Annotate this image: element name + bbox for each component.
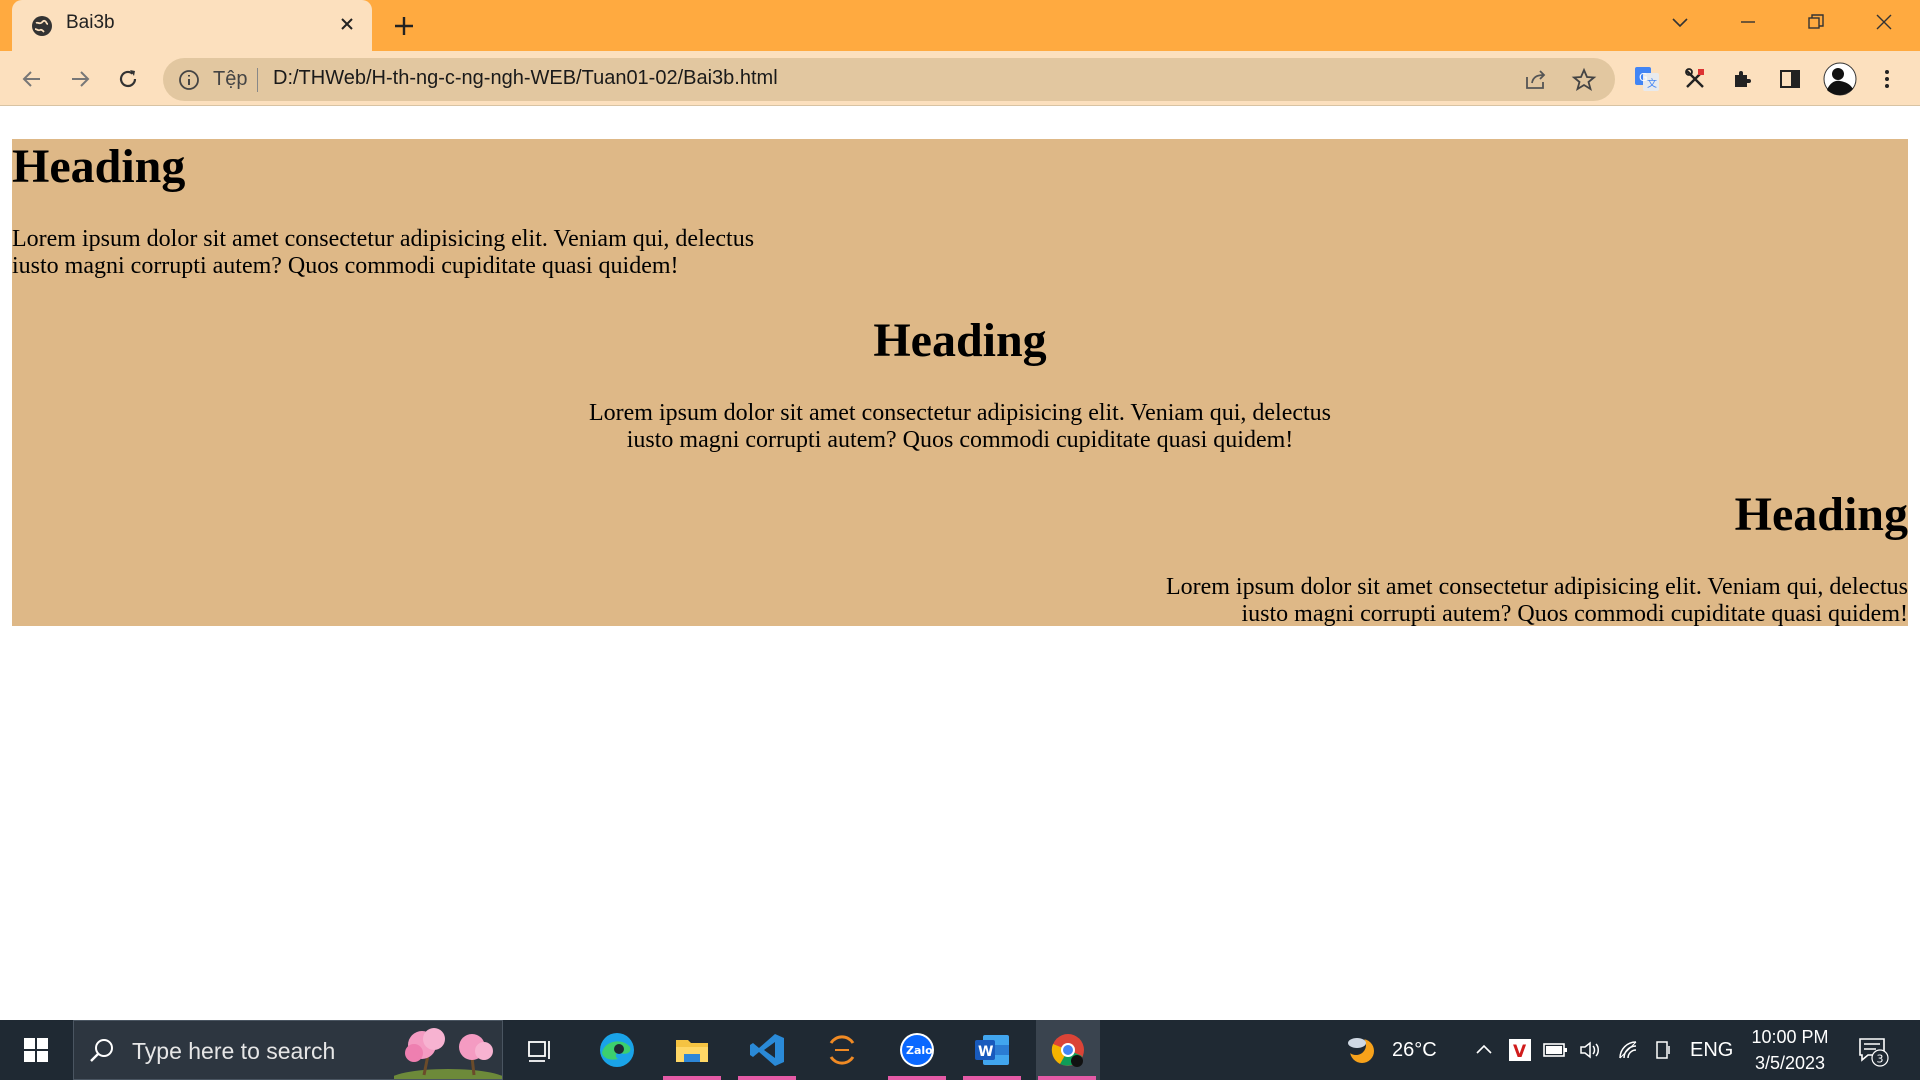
clock-date: 3/5/2023 — [1754, 1053, 1826, 1073]
svg-text:Zalo: Zalo — [906, 1044, 933, 1057]
heading-center: Heading — [873, 314, 1047, 367]
share-icon[interactable] — [1523, 67, 1549, 93]
tab-close-icon[interactable] — [335, 12, 359, 36]
zalo-icon[interactable]: Zalo — [886, 1020, 948, 1080]
paragraph-right: Lorem ipsum dolor sit amet consectetur a… — [1165, 574, 1908, 627]
search-icon — [90, 1039, 113, 1062]
device-icon[interactable] — [1652, 1020, 1674, 1080]
task-view-icon[interactable] — [509, 1020, 571, 1080]
tools-extension-icon[interactable] — [1680, 64, 1710, 94]
vscode-icon[interactable] — [736, 1020, 798, 1080]
globe-icon — [32, 16, 52, 36]
kebab-menu-icon[interactable] — [1872, 64, 1902, 94]
browser-toolbar: Tệp D:/THWeb/H-th-ng-c-ng-ngh-WEB/Tuan01… — [0, 51, 1920, 106]
svg-text:V: V — [1513, 1042, 1527, 1062]
edge-icon[interactable] — [586, 1020, 648, 1080]
running-indicator — [738, 1076, 796, 1080]
page-viewport: Heading Lorem ipsum dolor sit amet conse… — [0, 107, 1920, 1020]
profile-avatar[interactable] — [1822, 61, 1858, 97]
new-tab-plus-icon[interactable] — [390, 12, 418, 40]
weather-widget[interactable]: 26°C — [1344, 1020, 1437, 1080]
omnibox-divider — [257, 68, 258, 92]
block-center: Heading Lorem ipsum dolor sit amet conse… — [580, 313, 1340, 454]
google-translate-icon[interactable]: G 文 — [1632, 64, 1662, 94]
battery-icon[interactable] — [1542, 1020, 1568, 1080]
block-left: Heading Lorem ipsum dolor sit amet conse… — [12, 139, 772, 280]
running-indicator — [663, 1076, 721, 1080]
show-hidden-icons-chevron[interactable] — [1474, 1020, 1494, 1080]
side-panel-icon[interactable] — [1775, 64, 1805, 94]
extensions-puzzle-icon[interactable] — [1728, 64, 1758, 94]
paragraph-center: Lorem ipsum dolor sit amet consectetur a… — [588, 400, 1332, 453]
scheme-label: Tệp — [213, 68, 248, 90]
tab-strip: Bai3b — [0, 0, 1920, 51]
running-indicator — [963, 1076, 1021, 1080]
close-window-icon[interactable] — [1850, 0, 1918, 44]
svg-text:W: W — [978, 1044, 993, 1060]
volume-icon[interactable] — [1578, 1020, 1602, 1080]
moon-cloud-icon — [1346, 1035, 1374, 1063]
notification-count: 3 — [1877, 1053, 1884, 1066]
minimize-icon[interactable] — [1714, 0, 1782, 44]
url-text[interactable]: D:/THWeb/H-th-ng-c-ng-ngh-WEB/Tuan01-02/… — [273, 67, 778, 90]
tab-search-chevron-icon[interactable] — [1646, 0, 1714, 44]
paragraph-left: Lorem ipsum dolor sit amet consectetur a… — [12, 226, 755, 279]
weather-temp: 26°C — [1392, 1038, 1437, 1061]
taskbar-search-box[interactable]: Type here to search — [73, 1020, 503, 1080]
notification-center-icon[interactable]: 3 — [1856, 1020, 1890, 1080]
restore-icon[interactable] — [1782, 0, 1850, 44]
running-indicator — [1038, 1076, 1096, 1080]
address-bar[interactable]: Tệp D:/THWeb/H-th-ng-c-ng-ngh-WEB/Tuan01… — [163, 58, 1615, 101]
tab-title: Bai3b — [66, 12, 115, 33]
search-placeholder: Type here to search — [132, 1038, 336, 1064]
chrome-icon[interactable] — [1036, 1020, 1100, 1080]
clock-time: 10:00 PM — [1751, 1027, 1829, 1047]
word-icon[interactable]: W — [961, 1020, 1023, 1080]
cherry-blossom-illustration — [394, 1028, 502, 1079]
system-clock[interactable]: 10:00 PM 3/5/2023 — [1740, 1024, 1840, 1076]
forward-arrow-icon[interactable] — [65, 64, 95, 94]
content-box: Heading Lorem ipsum dolor sit amet conse… — [12, 139, 1908, 628]
site-info-icon[interactable] — [177, 68, 201, 92]
svg-text:文: 文 — [1647, 77, 1657, 90]
windows-start-icon[interactable] — [0, 1020, 72, 1080]
block-right: Heading Lorem ipsum dolor sit amet conse… — [1148, 487, 1908, 628]
vietkey-icon[interactable]: V — [1508, 1020, 1532, 1080]
windows-taskbar: Type here to search Zalo W 26°C V ENG 10… — [0, 1020, 1920, 1080]
file-explorer-icon[interactable] — [661, 1020, 723, 1080]
heading-left: Heading — [12, 140, 186, 193]
tab-active[interactable]: Bai3b — [12, 0, 372, 51]
network-icon[interactable] — [1616, 1020, 1640, 1080]
eclipse-icon[interactable] — [811, 1020, 873, 1080]
reload-icon[interactable] — [113, 64, 143, 94]
bookmark-star-icon[interactable] — [1571, 67, 1597, 93]
input-language[interactable]: ENG — [1690, 1020, 1733, 1080]
back-arrow-icon[interactable] — [17, 64, 47, 94]
heading-right: Heading — [1734, 488, 1908, 541]
running-indicator — [888, 1076, 946, 1080]
